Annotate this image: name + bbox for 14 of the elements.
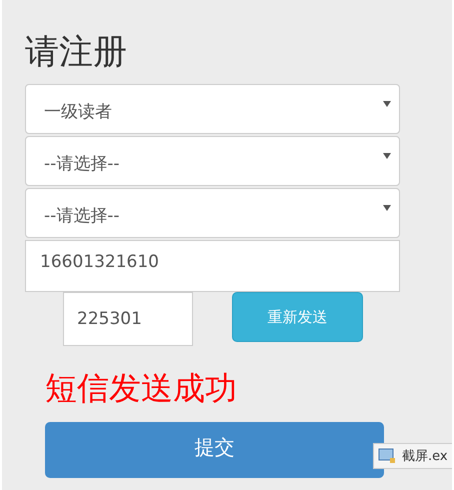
status-message: 短信发送成功 (45, 368, 237, 409)
submit-button[interactable]: 提交 (45, 422, 384, 478)
dropdown-select[interactable]: 一级读者 (25, 84, 400, 134)
taskbar-tooltip[interactable]: 截屏.ex (373, 443, 452, 469)
caret-icon (383, 101, 391, 107)
code-field[interactable]: 225301 (63, 292, 193, 346)
dropdown-select[interactable]: --请选择-- (25, 188, 400, 238)
tooltip-label: 截屏.ex (402, 448, 448, 465)
monitor-icon (378, 448, 396, 464)
page-title: 请注册 (25, 31, 127, 74)
caret-icon (383, 205, 391, 211)
dropdown-select[interactable]: --请选择-- (25, 136, 400, 186)
caret-icon (383, 153, 391, 159)
phone-field[interactable]: 16601321610 (25, 240, 400, 292)
